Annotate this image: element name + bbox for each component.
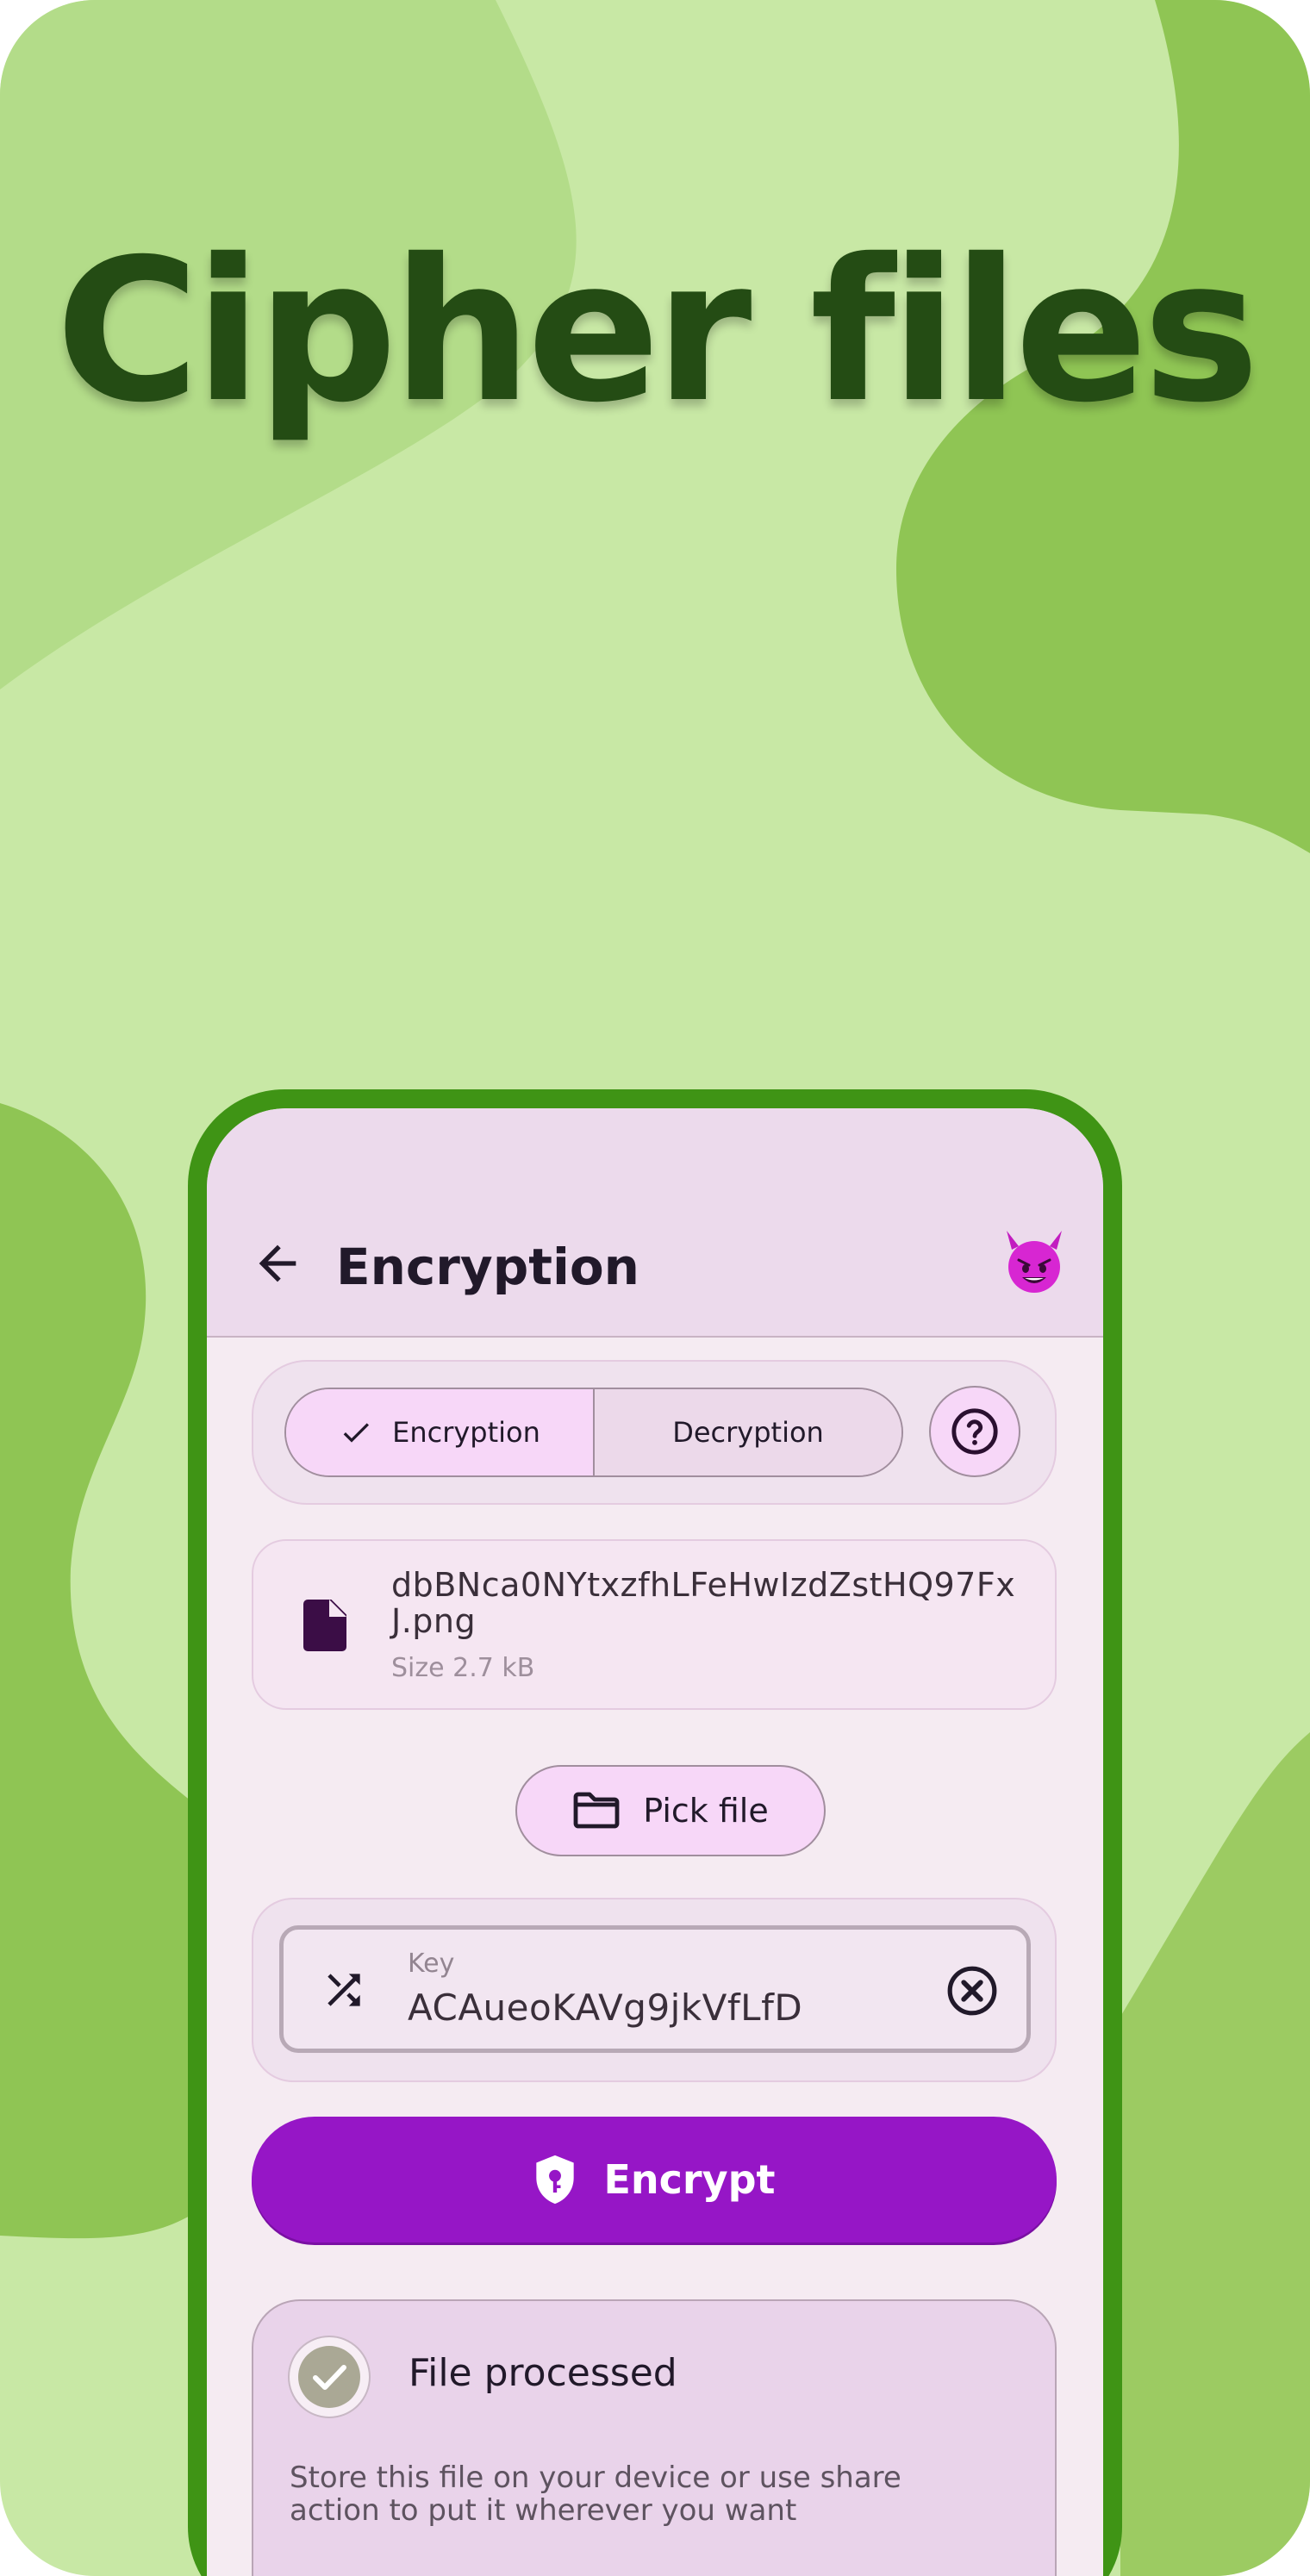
phone-frame: Encryption Encryption Decryption dbBNca0… <box>188 1089 1122 2576</box>
app-screen: Encryption Encryption Decryption dbBNca0… <box>207 1108 1103 2576</box>
segment-decryption[interactable]: Decryption <box>595 1389 901 1475</box>
check-icon <box>343 1423 370 1443</box>
help-button[interactable] <box>929 1386 1020 1477</box>
key-input[interactable]: Key ACAueoKAVg9jkVfLfD <box>279 1925 1031 2053</box>
arrow-left-icon[interactable] <box>250 1236 305 1291</box>
segment-decryption-label: Decryption <box>672 1416 824 1449</box>
shuffle-icon[interactable] <box>320 1966 368 2014</box>
result-card: File processed Store this file on your d… <box>252 2299 1057 2576</box>
pick-file-label: Pick file <box>643 1792 769 1830</box>
result-title: File processed <box>409 2351 677 2395</box>
key-value[interactable]: ACAueoKAVg9jkVfLfD <box>408 1987 802 2029</box>
selected-file-card: dbBNca0NYtxzfhLFeHwIzdZstHQ97FxJ.png Siz… <box>252 1539 1057 1710</box>
key-label: Key <box>408 1949 455 1979</box>
pick-file-button[interactable]: Pick file <box>515 1765 826 1856</box>
page-title: Encryption <box>336 1238 639 1296</box>
segment-encryption[interactable]: Encryption <box>286 1389 595 1475</box>
file-size: Size 2.7 kB <box>391 1653 535 1683</box>
status-indicator <box>288 2336 371 2418</box>
file-icon <box>303 1600 346 1651</box>
encrypt-button[interactable]: Encrypt <box>252 2117 1057 2242</box>
promo-poster: Cipher files Encryption Encryption Decry… <box>0 0 1310 2576</box>
headline: Cipher files <box>55 216 1259 446</box>
top-app-bar: Encryption <box>207 1108 1103 1338</box>
mode-selector-card: Encryption Decryption <box>252 1360 1057 1505</box>
folder-icon <box>573 1792 620 1829</box>
clear-circle-icon[interactable] <box>945 1964 999 2018</box>
smiling-devil-icon[interactable] <box>1000 1227 1069 1296</box>
check-icon <box>298 2346 360 2408</box>
file-name: dbBNca0NYtxzfhLFeHwIzdZstHQ97FxJ.png <box>391 1566 1016 1640</box>
shield-key-icon <box>536 2155 575 2205</box>
encrypt-label: Encrypt <box>603 2156 776 2203</box>
key-card: Key ACAueoKAVg9jkVfLfD <box>252 1898 1057 2082</box>
mode-segmented-control: Encryption Decryption <box>284 1388 903 1477</box>
question-circle-icon <box>951 1408 998 1455</box>
result-description: Store this file on your device or use sh… <box>290 2461 901 2528</box>
segment-encryption-label: Encryption <box>392 1416 540 1449</box>
